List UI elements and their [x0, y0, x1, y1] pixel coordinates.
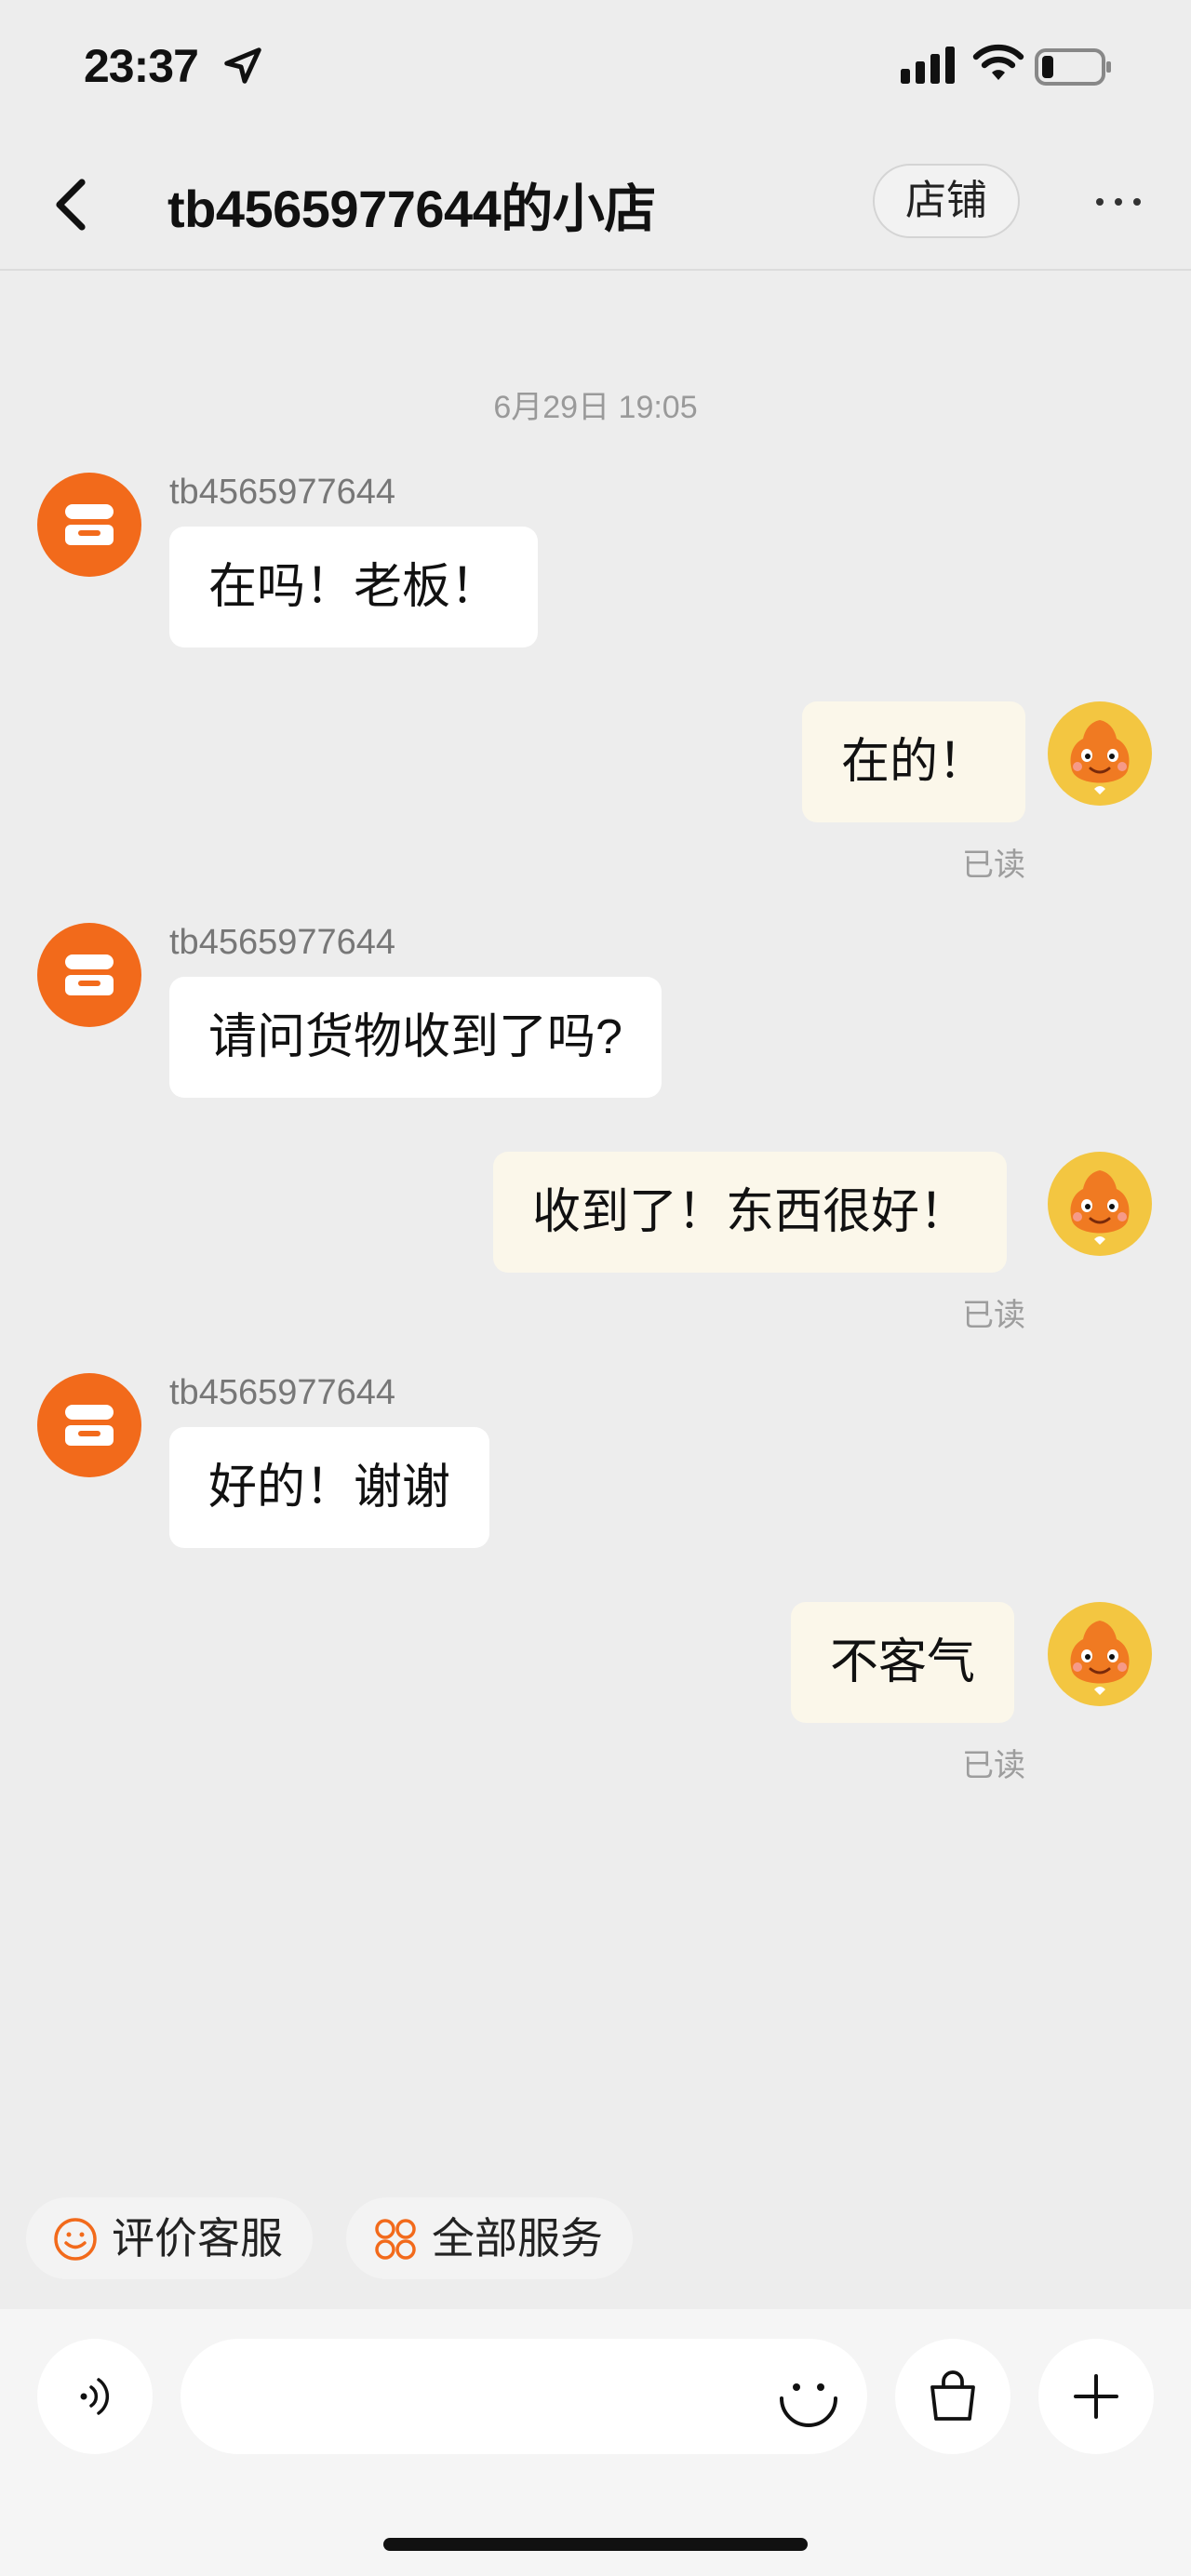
more-options-icon[interactable] [1091, 188, 1146, 216]
shop-avatar[interactable] [37, 473, 141, 577]
all-services-button[interactable]: 全部服务 [346, 2197, 633, 2279]
rate-service-button[interactable]: 评价客服 [26, 2197, 313, 2279]
shop-store-icon [37, 923, 141, 1027]
message-bubble-outgoing[interactable]: 收到了！东西很好！ [493, 1152, 1008, 1273]
wifi-icon [972, 44, 1024, 80]
mascot-avatar-icon [1048, 701, 1152, 806]
message-bubble-incoming[interactable]: 在吗！老板！ [169, 527, 539, 647]
back-arrow-icon[interactable] [48, 177, 95, 233]
sender-name: tb4565977644 [169, 473, 396, 512]
shopping-bag-icon [930, 2370, 975, 2421]
shop-avatar[interactable] [37, 923, 141, 1027]
mascot-avatar-icon [1048, 1152, 1152, 1256]
user-avatar[interactable] [1048, 701, 1152, 806]
message-input[interactable] [181, 2339, 867, 2454]
sender-name: tb4565977644 [169, 923, 396, 962]
user-avatar[interactable] [1048, 1152, 1152, 1256]
page-title: tb4565977644的小店 [167, 180, 656, 238]
read-status: 已读 [962, 1748, 1025, 1783]
status-time: 23:37 [84, 40, 199, 92]
chat-timestamp: 6月29日 19:05 [493, 390, 698, 425]
products-button[interactable] [895, 2339, 1010, 2454]
message-bubble-incoming[interactable]: 请问货物收到了吗? [169, 977, 662, 1098]
cellular-signal-icon [901, 47, 955, 84]
message-bubble-outgoing[interactable]: 不客气 [791, 1602, 1015, 1723]
read-status: 已读 [962, 1298, 1025, 1333]
chip-label: 评价客服 [112, 2214, 283, 2262]
sender-name: tb4565977644 [169, 1373, 396, 1412]
user-avatar[interactable] [1048, 1602, 1152, 1706]
services-grid-icon [375, 2219, 416, 2260]
mascot-avatar-icon [1048, 1602, 1152, 1706]
shop-store-icon [37, 1373, 141, 1477]
more-features-button[interactable] [1038, 2339, 1154, 2454]
message-bubble-incoming[interactable]: 好的！谢谢 [169, 1427, 490, 1548]
emoji-icon[interactable] [776, 2365, 841, 2430]
smile-icon [54, 2218, 97, 2261]
read-status: 已读 [962, 848, 1025, 883]
message-bubble-outgoing[interactable]: 在的！ [802, 701, 1026, 822]
chip-label: 全部服务 [432, 2214, 603, 2262]
voice-wave-icon [80, 2378, 110, 2415]
shop-avatar[interactable] [37, 1373, 141, 1477]
navigation-bar: tb4565977644的小店 店铺 [0, 140, 1191, 271]
shop-store-icon [37, 473, 141, 577]
shop-button[interactable]: 店铺 [873, 164, 1020, 238]
battery-low-icon [1035, 48, 1111, 86]
status-bar: 23:37 [0, 0, 1191, 140]
home-indicator [383, 2538, 808, 2551]
message-input-bar [0, 2309, 1191, 2576]
voice-input-button[interactable] [37, 2339, 153, 2454]
location-arrow-icon [224, 47, 261, 84]
plus-icon [1074, 2374, 1118, 2419]
